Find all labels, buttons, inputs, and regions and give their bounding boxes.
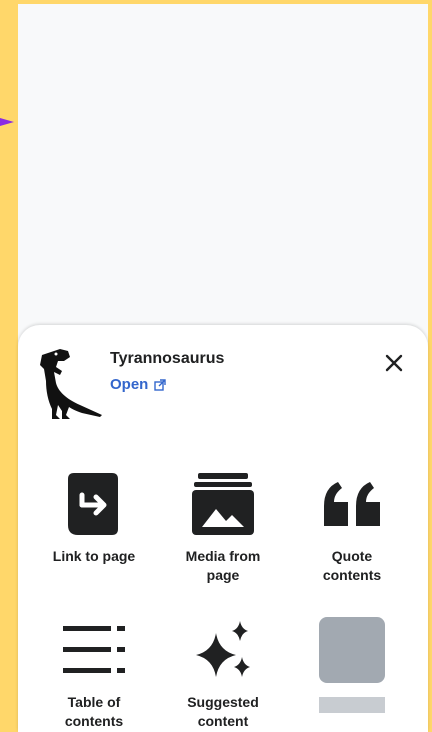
media-icon bbox=[192, 473, 254, 535]
media-from-page-option[interactable]: Media from page bbox=[163, 471, 283, 585]
table-of-contents-icon bbox=[63, 626, 125, 673]
close-icon bbox=[385, 354, 403, 372]
table-of-contents-option[interactable]: Table of contents bbox=[34, 617, 154, 731]
suggested-content-option[interactable]: Suggested content bbox=[163, 617, 283, 731]
placeholder-icon bbox=[319, 617, 385, 683]
open-label: Open bbox=[110, 376, 149, 393]
table-of-contents-label: Table of contents bbox=[64, 694, 124, 729]
quote-contents-label: Quote contents bbox=[322, 548, 382, 583]
bottom-sheet: Tyrannosaurus Open Link to page Media fr… bbox=[18, 325, 428, 732]
placeholder-label bbox=[319, 697, 385, 713]
tyrannosaurus-thumbnail[interactable] bbox=[36, 345, 104, 421]
media-from-page-label: Media from page bbox=[185, 548, 261, 583]
external-link-icon bbox=[154, 378, 167, 391]
suggested-content-label: Suggested content bbox=[187, 694, 259, 729]
article-title: Tyrannosaurus bbox=[110, 350, 225, 367]
quote-contents-option[interactable]: Quote contents bbox=[292, 471, 412, 585]
loading-placeholder-option bbox=[292, 617, 412, 713]
link-to-page-option[interactable]: Link to page bbox=[34, 471, 154, 566]
pointer-arrow-icon bbox=[0, 118, 14, 126]
link-to-page-label: Link to page bbox=[52, 548, 136, 564]
close-button[interactable] bbox=[380, 349, 408, 377]
open-article-link[interactable]: Open bbox=[110, 376, 167, 393]
left-margin bbox=[0, 0, 18, 732]
sparkle-icon bbox=[196, 621, 250, 677]
link-to-page-icon bbox=[68, 473, 118, 535]
quote-icon bbox=[324, 482, 380, 526]
